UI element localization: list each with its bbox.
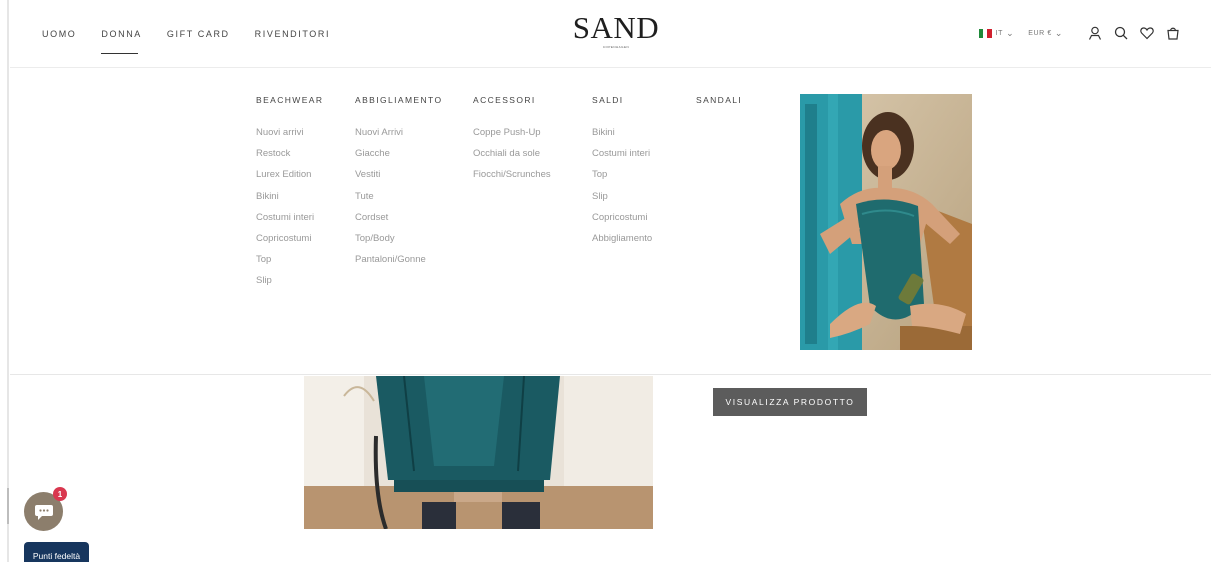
menu-column-abbigliamento: ABBIGLIAMENTO Nuovi Arrivi Giacche Vesti… xyxy=(355,95,442,270)
nav-item-uomo[interactable]: UOMO xyxy=(42,29,76,39)
view-product-button[interactable]: VISUALIZZA PRODOTTO xyxy=(713,388,867,416)
mega-menu: BEACHWEAR Nuovi arrivi Restock Lurex Edi… xyxy=(10,68,1211,375)
language-value: IT xyxy=(995,29,1004,37)
cart-icon[interactable] xyxy=(1165,25,1181,41)
brand-logo[interactable]: SAND COPENHAGEN xyxy=(570,10,662,50)
header-tools: IT ⌄ EUR € ⌄ xyxy=(978,25,1181,41)
menu-link[interactable]: Copricostumi xyxy=(256,228,323,249)
menu-link[interactable]: Cordset xyxy=(355,207,442,228)
scrollbar-thumb[interactable] xyxy=(7,488,9,524)
menu-link[interactable]: Top xyxy=(256,249,323,270)
menu-link[interactable]: Copricostumi xyxy=(592,207,652,228)
menu-column-sandali: SANDALI xyxy=(696,95,742,122)
menu-link[interactable]: Restock xyxy=(256,143,323,164)
main-nav: UOMO DONNA GIFT CARD RIVENDITORI xyxy=(42,29,355,54)
logo-subtitle: COPENHAGEN xyxy=(602,45,630,49)
promo-photo-swimwear xyxy=(800,94,972,350)
menu-link[interactable]: Costumi interi xyxy=(592,143,652,164)
menu-link[interactable]: Nuovi arrivi xyxy=(256,122,323,143)
menu-link[interactable]: Lurex Edition xyxy=(256,164,323,185)
page-edge-scrollbar[interactable] xyxy=(7,0,9,562)
hero-photo-jacket xyxy=(304,376,653,529)
menu-column-beachwear: BEACHWEAR Nuovi arrivi Restock Lurex Edi… xyxy=(256,95,323,292)
menu-link[interactable]: Coppe Push-Up xyxy=(473,122,551,143)
nav-item-rivenditori[interactable]: RIVENDITORI xyxy=(255,29,330,39)
promo-image[interactable] xyxy=(800,94,972,350)
menu-column-title[interactable]: ACCESSORI xyxy=(473,95,551,105)
nav-item-gift-card[interactable]: GIFT CARD xyxy=(167,29,230,39)
nav-item-donna[interactable]: DONNA xyxy=(101,29,142,54)
currency-selector[interactable]: EUR € ⌄ xyxy=(1028,27,1077,38)
italy-flag-icon xyxy=(978,28,992,38)
menu-column-title[interactable]: ABBIGLIAMENTO xyxy=(355,95,442,105)
loyalty-points-button[interactable]: Punti fedeltà xyxy=(24,542,89,562)
menu-link[interactable]: Nuovi Arrivi xyxy=(355,122,442,143)
menu-link[interactable]: Pantaloni/Gonne xyxy=(355,249,442,270)
menu-link[interactable]: Slip xyxy=(592,186,652,207)
hero-image[interactable] xyxy=(304,376,653,529)
menu-link[interactable]: Slip xyxy=(256,270,323,291)
menu-link[interactable]: Top/Body xyxy=(355,228,442,249)
menu-column-title[interactable]: SALDI xyxy=(592,95,652,105)
language-selector[interactable]: IT ⌄ xyxy=(978,27,1029,38)
menu-link[interactable]: Costumi interi xyxy=(256,207,323,228)
menu-link[interactable]: Giacche xyxy=(355,143,442,164)
wishlist-icon[interactable] xyxy=(1139,25,1155,41)
site-header: UOMO DONNA GIFT CARD RIVENDITORI SAND CO… xyxy=(10,0,1211,68)
menu-link[interactable]: Top xyxy=(592,164,652,185)
menu-link[interactable]: Vestiti xyxy=(355,164,442,185)
account-icon[interactable] xyxy=(1087,25,1103,41)
chat-bubble-icon xyxy=(34,504,53,520)
menu-link[interactable]: Fiocchi/Scrunches xyxy=(473,164,551,185)
menu-column-title[interactable]: BEACHWEAR xyxy=(256,95,323,105)
menu-column-title[interactable]: SANDALI xyxy=(696,95,742,105)
menu-link[interactable]: Tute xyxy=(355,186,442,207)
menu-column-saldi: SALDI Bikini Costumi interi Top Slip Cop… xyxy=(592,95,652,249)
search-icon[interactable] xyxy=(1113,25,1129,41)
menu-column-accessori: ACCESSORI Coppe Push-Up Occhiali da sole… xyxy=(473,95,551,186)
menu-link[interactable]: Occhiali da sole xyxy=(473,143,551,164)
menu-link[interactable]: Bikini xyxy=(592,122,652,143)
logo-wordmark: SAND xyxy=(572,10,660,45)
chat-notification-badge: 1 xyxy=(53,487,67,501)
chevron-down-icon: ⌄ xyxy=(1054,27,1063,38)
chevron-down-icon: ⌄ xyxy=(1006,27,1015,38)
menu-link[interactable]: Abbigliamento xyxy=(592,228,652,249)
menu-link[interactable]: Bikini xyxy=(256,186,323,207)
currency-value: EUR € xyxy=(1028,29,1052,37)
